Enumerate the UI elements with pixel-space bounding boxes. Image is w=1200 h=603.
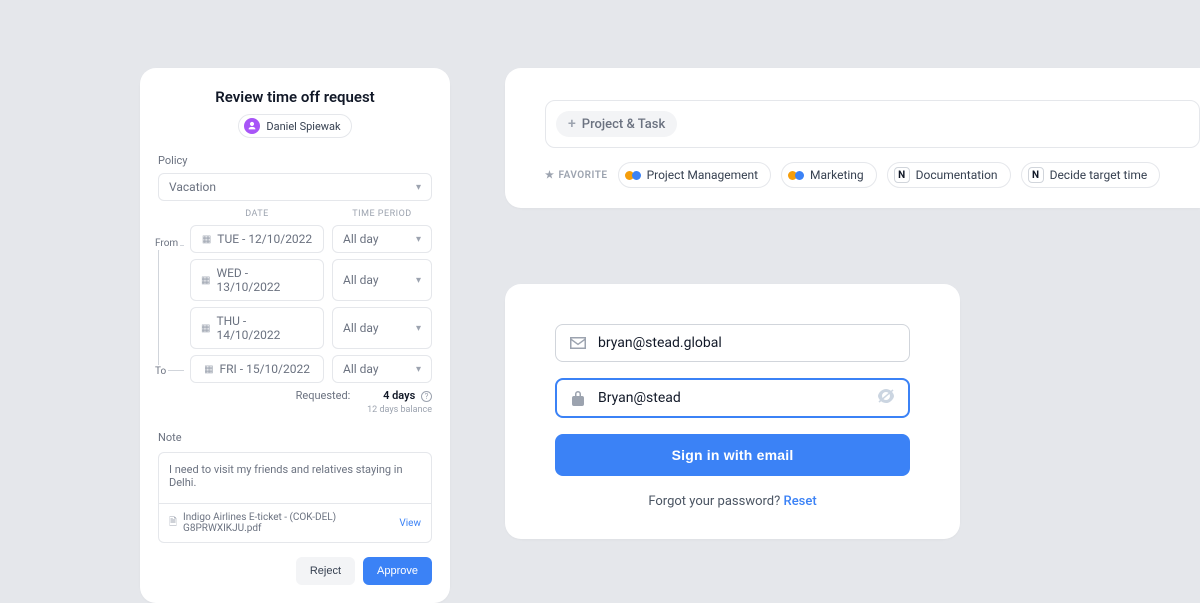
notion-icon: N	[1028, 167, 1044, 183]
info-icon[interactable]: ?	[421, 391, 432, 402]
from-label: From	[153, 237, 180, 250]
monday-icon	[625, 167, 641, 183]
attachment-name: Indigo Airlines E-ticket - (COK-DEL) G8P…	[183, 512, 393, 534]
period-input[interactable]: All day ▾	[332, 355, 432, 383]
notion-icon: N	[894, 167, 910, 183]
date-value: FRI - 15/10/2022	[220, 362, 310, 376]
signin-button[interactable]: Sign in with email	[555, 434, 910, 476]
star-icon: ★	[545, 170, 554, 181]
requested-value: 4 days	[383, 389, 415, 402]
email-value: bryan@stead.global	[598, 335, 895, 351]
note-label: Note	[158, 431, 432, 444]
balance-text: 12 days balance	[158, 405, 432, 415]
timeoff-card: Review time off request Daniel Spiewak P…	[140, 68, 450, 603]
plus-icon: +	[568, 116, 576, 132]
period-input[interactable]: All day ▾	[332, 307, 432, 349]
password-field[interactable]: Bryan@stead	[555, 378, 910, 418]
calendar-icon: ▦	[204, 364, 213, 375]
email-field[interactable]: bryan@stead.global	[555, 324, 910, 362]
approve-button[interactable]: Approve	[363, 557, 432, 585]
file-icon: 🗎	[169, 515, 177, 532]
period-value: All day	[343, 321, 379, 335]
favorite-chip[interactable]: Project Management	[618, 162, 771, 188]
chevron-down-icon: ▾	[416, 364, 421, 375]
date-row: ▦ TUE - 12/10/2022 All day ▾	[190, 225, 432, 253]
favorite-name: Documentation	[916, 168, 998, 182]
mail-icon	[570, 337, 586, 349]
date-input[interactable]: ▦ WED - 13/10/2022	[190, 259, 324, 301]
period-value: All day	[343, 232, 379, 246]
calendar-icon: ▦	[202, 234, 211, 245]
to-label: To	[153, 365, 168, 378]
reset-link[interactable]: Reset	[784, 494, 817, 509]
note-text: I need to visit my friends and relatives…	[159, 453, 431, 503]
period-input[interactable]: All day ▾	[332, 259, 432, 301]
date-value: TUE - 12/10/2022	[217, 232, 312, 246]
view-attachment[interactable]: View	[399, 518, 421, 529]
reject-button[interactable]: Reject	[296, 557, 355, 585]
attachment-row: 🗎 Indigo Airlines E-ticket - (COK-DEL) G…	[159, 503, 431, 542]
calendar-icon: ▦	[201, 323, 210, 334]
date-row: ▦ THU - 14/10/2022 All day ▾	[190, 307, 432, 349]
chevron-down-icon: ▾	[416, 234, 421, 245]
project-task-card: + Project & Task ★ FAVORITE Project Mana…	[505, 68, 1200, 208]
period-value: All day	[343, 273, 379, 287]
chevron-down-icon: ▾	[416, 182, 421, 193]
favorite-chip[interactable]: Marketing	[781, 162, 877, 188]
period-input[interactable]: All day ▾	[332, 225, 432, 253]
chevron-down-icon: ▾	[416, 275, 421, 286]
favorite-chip[interactable]: N Documentation	[887, 162, 1011, 188]
favorite-name: Project Management	[647, 168, 758, 182]
policy-label: Policy	[158, 154, 432, 167]
chevron-down-icon: ▾	[416, 323, 421, 334]
favorite-label-text: FAVORITE	[558, 170, 607, 181]
avatar-icon	[244, 118, 260, 134]
login-card: bryan@stead.global Bryan@stead Sign in w…	[505, 284, 960, 539]
password-value: Bryan@stead	[598, 390, 865, 406]
project-task-chip[interactable]: + Project & Task	[556, 111, 677, 137]
period-value: All day	[343, 362, 379, 376]
lock-icon	[570, 390, 586, 406]
timeoff-title: Review time off request	[158, 88, 432, 106]
monday-icon	[788, 167, 804, 183]
user-name: Daniel Spiewak	[266, 120, 340, 133]
favorite-chip[interactable]: N Decide target time	[1021, 162, 1161, 188]
date-row: ▦ FRI - 15/10/2022 All day ▾	[190, 355, 432, 383]
policy-select[interactable]: Vacation ▾	[158, 173, 432, 201]
favorite-name: Marketing	[810, 168, 864, 182]
user-badge[interactable]: Daniel Spiewak	[238, 114, 351, 138]
date-value: WED - 13/10/2022	[216, 266, 313, 294]
date-value: THU - 14/10/2022	[216, 314, 313, 342]
period-column-header: TIME PERIOD	[332, 209, 432, 219]
favorite-label: ★ FAVORITE	[545, 170, 608, 181]
policy-value: Vacation	[169, 180, 216, 194]
requested-label: Requested:	[296, 389, 351, 402]
date-row: ▦ WED - 13/10/2022 All day ▾	[190, 259, 432, 301]
date-input[interactable]: ▦ THU - 14/10/2022	[190, 307, 324, 349]
date-column-header: DATE	[190, 209, 324, 219]
project-task-search[interactable]: + Project & Task	[545, 100, 1200, 148]
calendar-icon: ▦	[201, 275, 210, 286]
favorite-name: Decide target time	[1050, 168, 1148, 182]
chip-label: Project & Task	[582, 117, 666, 132]
eye-off-icon[interactable]	[877, 389, 895, 407]
date-range-bracket	[158, 245, 184, 371]
note-box: I need to visit my friends and relatives…	[158, 452, 432, 543]
forgot-row: Forgot your password? Reset	[555, 494, 910, 509]
forgot-text: Forgot your password?	[648, 494, 783, 509]
date-input[interactable]: ▦ TUE - 12/10/2022	[190, 225, 324, 253]
date-input[interactable]: ▦ FRI - 15/10/2022	[190, 355, 324, 383]
